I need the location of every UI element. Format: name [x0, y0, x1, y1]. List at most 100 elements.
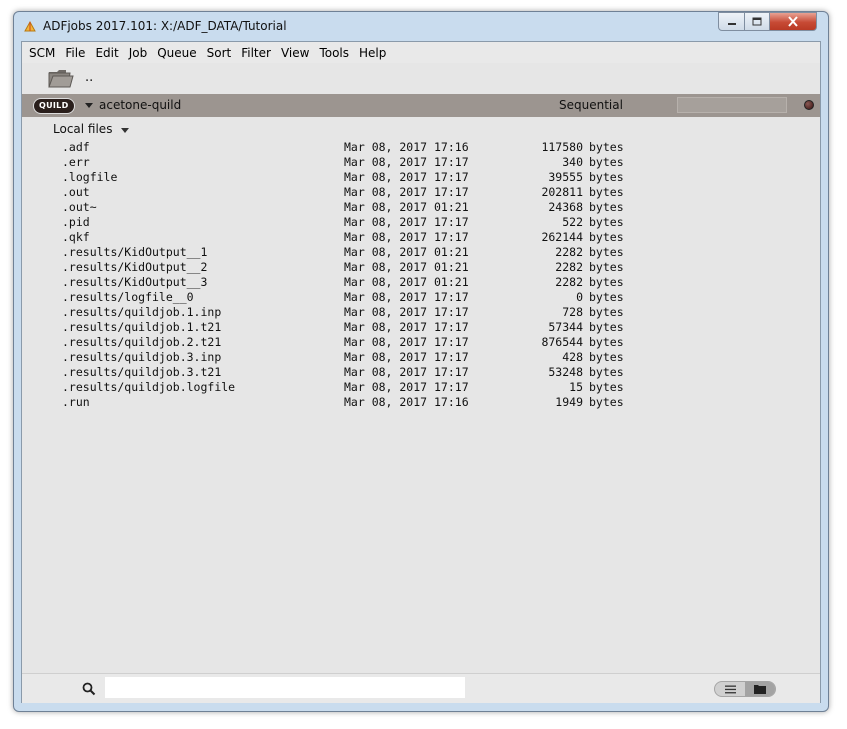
job-bar[interactable]: QUILD acetone-quild Sequential: [22, 94, 820, 117]
file-date: Mar 08, 2017 17:17: [344, 170, 469, 184]
search-icon: [82, 682, 96, 696]
parent-directory-link[interactable]: ..: [85, 70, 93, 85]
folder-view-icon: [754, 685, 766, 694]
search-input[interactable]: [105, 677, 465, 698]
job-queue[interactable]: Sequential: [559, 98, 623, 112]
file-name: .out: [62, 185, 90, 199]
file-size-unit: bytes: [589, 305, 624, 319]
file-row[interactable]: .results/KidOutput__2 Mar 08, 2017 01:21 2…: [22, 260, 820, 275]
maximize-button[interactable]: [744, 12, 770, 31]
file-row[interactable]: .run Mar 08, 2017 17:16 1949 bytes: [22, 395, 820, 410]
menu-sort[interactable]: Sort: [207, 46, 232, 60]
local-files-label[interactable]: Local files: [53, 122, 112, 136]
file-row[interactable]: .adf Mar 08, 2017 17:16 117580 bytes: [22, 140, 820, 155]
file-date: Mar 08, 2017 17:17: [344, 215, 469, 229]
menu-scm[interactable]: SCM: [29, 46, 55, 60]
file-row[interactable]: .results/quildjob.3.inp Mar 08, 2017 17:1…: [22, 350, 820, 365]
file-date: Mar 08, 2017 17:17: [344, 320, 469, 334]
minimize-icon: [727, 22, 736, 25]
file-row[interactable]: .logfile Mar 08, 2017 17:17 39555 bytes: [22, 170, 820, 185]
file-size-unit: bytes: [589, 140, 624, 154]
file-date: Mar 08, 2017 17:17: [344, 185, 469, 199]
file-date: Mar 08, 2017 17:17: [344, 380, 469, 394]
job-expand-arrow-icon[interactable]: [85, 103, 93, 108]
file-row[interactable]: .results/quildjob.3.t21 Mar 08, 2017 17:1…: [22, 365, 820, 380]
file-name: .adf: [62, 140, 90, 154]
file-size: 428: [562, 350, 583, 364]
file-row[interactable]: .qkf Mar 08, 2017 17:17 262144 bytes: [22, 230, 820, 245]
file-name: .results/logfile__0: [62, 290, 194, 304]
file-name: .run: [62, 395, 90, 409]
file-row[interactable]: .results/quildjob.1.t21 Mar 08, 2017 17:1…: [22, 320, 820, 335]
file-name: .results/quildjob.1.inp: [62, 305, 222, 319]
menu-view[interactable]: View: [281, 46, 309, 60]
file-name: .out~: [62, 200, 97, 214]
file-size: 522: [562, 215, 583, 229]
file-size: 728: [562, 305, 583, 319]
file-name: .results/quildjob.3.t21: [62, 365, 222, 379]
file-date: Mar 08, 2017 01:21: [344, 275, 469, 289]
local-files-dropdown-icon[interactable]: [121, 128, 129, 133]
file-row[interactable]: .results/quildjob.logfile Mar 08, 2017 17…: [22, 380, 820, 395]
file-date: Mar 08, 2017 01:21: [344, 200, 469, 214]
file-size-unit: bytes: [589, 200, 624, 214]
file-row[interactable]: .err Mar 08, 2017 17:17 340 bytes: [22, 155, 820, 170]
file-size: 53248: [548, 365, 583, 379]
file-row[interactable]: .results/KidOutput__3 Mar 08, 2017 01:21 2…: [22, 275, 820, 290]
file-size: 2282: [555, 275, 583, 289]
file-name: .results/KidOutput__2: [62, 260, 208, 274]
file-size: 24368: [548, 200, 583, 214]
menu-queue[interactable]: Queue: [157, 46, 196, 60]
menu-edit[interactable]: Edit: [95, 46, 118, 60]
file-row[interactable]: .results/logfile__0 Mar 08, 2017 17:17 0 by…: [22, 290, 820, 305]
file-name: .err: [62, 155, 90, 169]
file-list: .adf Mar 08, 2017 17:16 117580 bytes .err Mar…: [22, 140, 820, 410]
close-button[interactable]: [769, 12, 817, 31]
file-date: Mar 08, 2017 17:17: [344, 350, 469, 364]
file-size-unit: bytes: [589, 275, 624, 289]
file-name: .results/quildjob.3.inp: [62, 350, 222, 364]
app-window: ADFjobs 2017.101: X:/ADF_DATA/Tutorial S…: [13, 11, 829, 712]
file-row[interactable]: .out Mar 08, 2017 17:17 202811 bytes: [22, 185, 820, 200]
title-bar[interactable]: ADFjobs 2017.101: X:/ADF_DATA/Tutorial: [14, 12, 828, 42]
file-row[interactable]: .results/quildjob.2.t21 Mar 08, 2017 17:1…: [22, 335, 820, 350]
engine-badge: QUILD: [33, 98, 75, 114]
file-row[interactable]: .results/quildjob.1.inp Mar 08, 2017 17:1…: [22, 305, 820, 320]
menu-filter[interactable]: Filter: [241, 46, 271, 60]
file-size-unit: bytes: [589, 395, 624, 409]
file-row[interactable]: .results/KidOutput__1 Mar 08, 2017 01:21 2…: [22, 245, 820, 260]
file-date: Mar 08, 2017 17:17: [344, 155, 469, 169]
list-view-button[interactable]: [715, 682, 745, 696]
file-size: 39555: [548, 170, 583, 184]
menu-file[interactable]: File: [65, 46, 85, 60]
file-size: 262144: [541, 230, 583, 244]
minimize-button[interactable]: [718, 12, 745, 31]
file-date: Mar 08, 2017 17:17: [344, 230, 469, 244]
file-date: Mar 08, 2017 01:21: [344, 260, 469, 274]
file-size-unit: bytes: [589, 155, 624, 169]
file-size-unit: bytes: [589, 335, 624, 349]
file-name: .qkf: [62, 230, 90, 244]
close-icon: [788, 16, 798, 27]
view-toggle: [714, 681, 776, 697]
file-row[interactable]: .pid Mar 08, 2017 17:17 522 bytes: [22, 215, 820, 230]
file-size-unit: bytes: [589, 170, 624, 184]
file-size-unit: bytes: [589, 350, 624, 364]
job-status-indicator-icon: [804, 100, 814, 110]
file-row[interactable]: .out~ Mar 08, 2017 01:21 24368 bytes: [22, 200, 820, 215]
menu-tools[interactable]: Tools: [319, 46, 349, 60]
file-size: 202811: [541, 185, 583, 199]
file-size: 876544: [541, 335, 583, 349]
file-size: 340: [562, 155, 583, 169]
folder-view-button[interactable]: [745, 682, 775, 696]
file-date: Mar 08, 2017 17:17: [344, 365, 469, 379]
menu-help[interactable]: Help: [359, 46, 386, 60]
job-name[interactable]: acetone-quild: [99, 98, 181, 112]
folder-icon[interactable]: [48, 68, 74, 88]
file-size: 57344: [548, 320, 583, 334]
file-size-unit: bytes: [589, 380, 624, 394]
file-size: 117580: [541, 140, 583, 154]
file-size: 1949: [555, 395, 583, 409]
menu-job[interactable]: Job: [129, 46, 148, 60]
menu-bar: SCM File Edit Job Queue Sort Filter View…: [22, 42, 820, 63]
